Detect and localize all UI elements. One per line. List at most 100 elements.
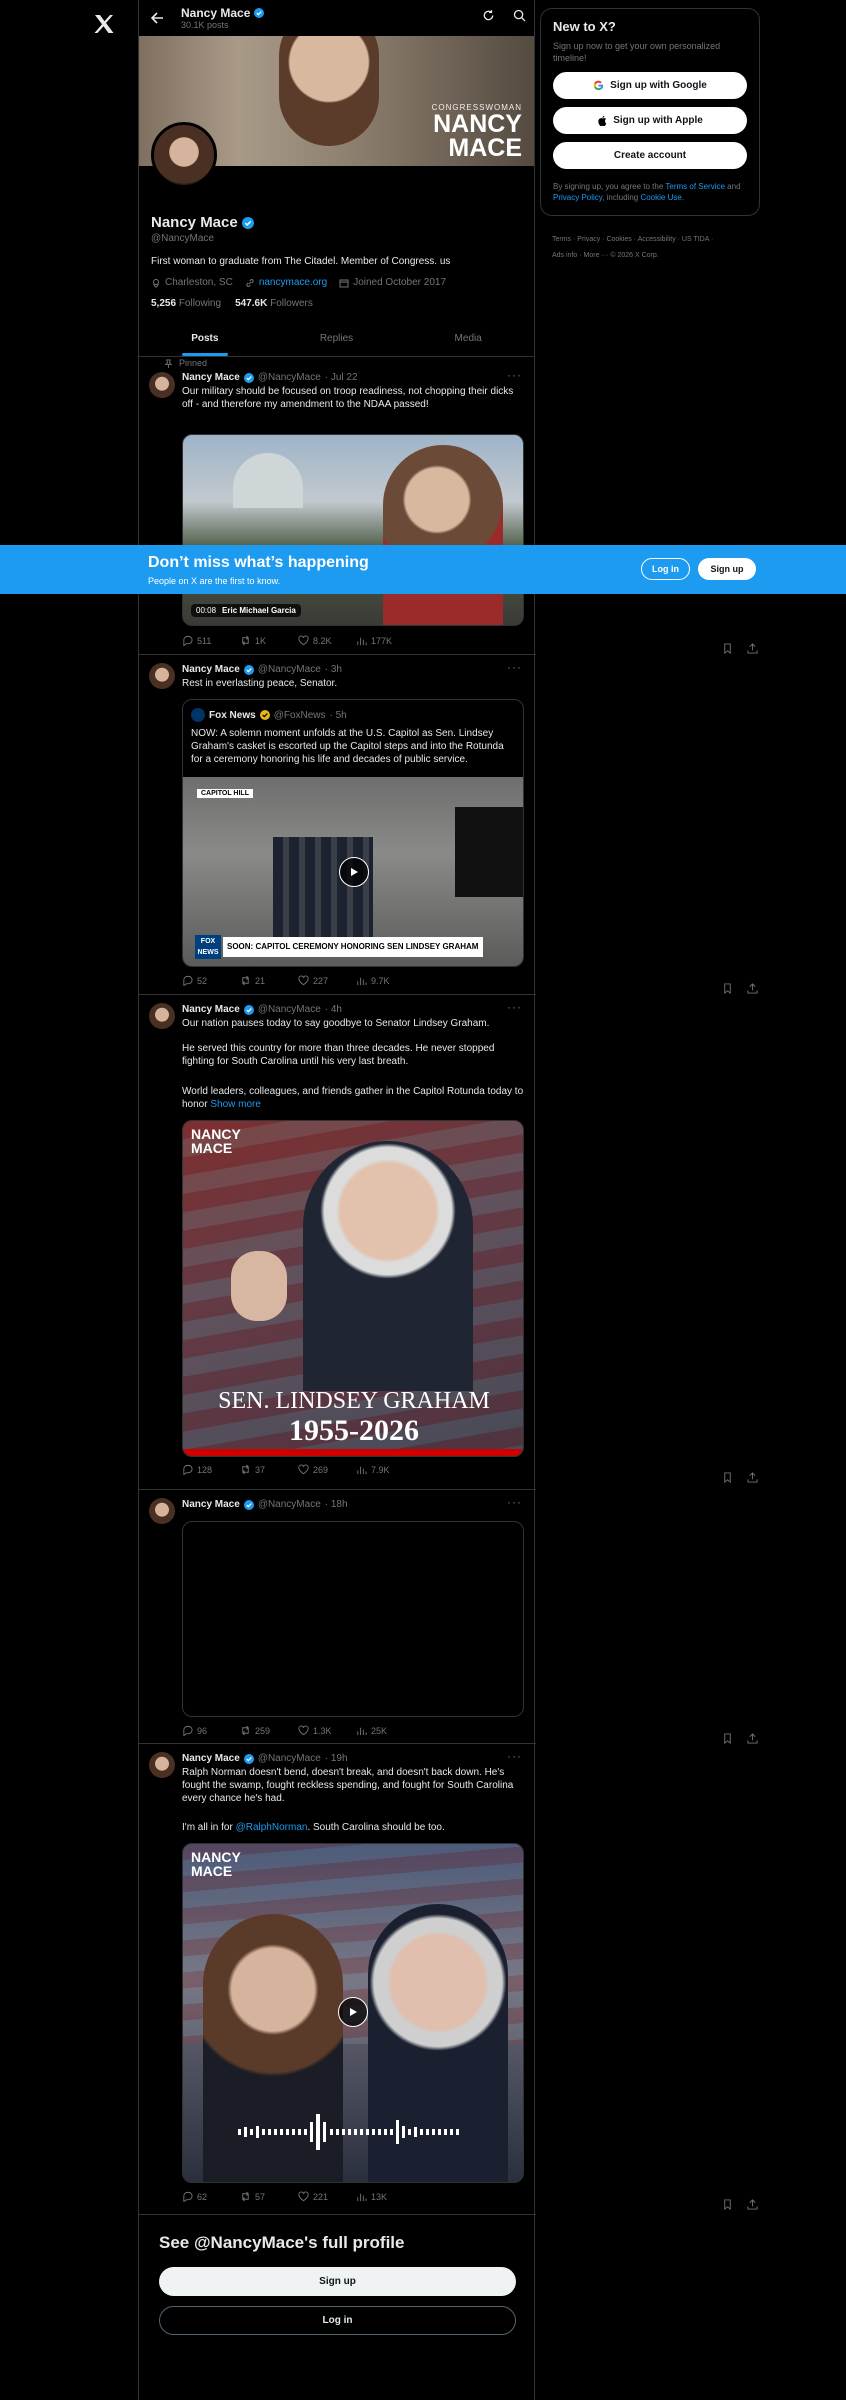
repost-button[interactable]: 57 <box>240 2191 298 2202</box>
video-credit[interactable]: Eric Michael Garcia <box>222 606 296 615</box>
post-avatar[interactable] <box>149 1752 175 1778</box>
profile-location-text: Charleston, SC <box>165 277 233 288</box>
views-button[interactable]: 13K <box>356 2191 414 2202</box>
mention-link[interactable]: @RalphNorman <box>236 1822 308 1833</box>
like-button[interactable]: 221 <box>298 2191 356 2202</box>
search-icon[interactable] <box>513 9 526 22</box>
reply-button[interactable]: 62 <box>182 2191 240 2202</box>
post-item[interactable]: Nancy Mace @NancyMace · 19h ··· Ralph No… <box>139 1744 758 2215</box>
see-profile-login-button[interactable]: Log in <box>159 2306 516 2335</box>
repost-button[interactable]: 259 <box>240 1725 298 1736</box>
tab-media[interactable]: Media <box>402 321 534 356</box>
bookmark-icon[interactable] <box>722 1733 733 1744</box>
more-options-icon[interactable]: ··· <box>507 1495 522 1509</box>
share-icon[interactable] <box>747 983 758 994</box>
post-time[interactable]: · 18h <box>325 1499 348 1510</box>
privacy-policy-link[interactable]: Privacy Policy <box>553 193 602 202</box>
play-icon[interactable] <box>338 1997 368 2027</box>
share-icon[interactable] <box>747 1472 758 1483</box>
app-root: Nancy Mace 30.1K posts CONGRESSWOMAN NAN… <box>0 0 846 2400</box>
like-button[interactable]: 227 <box>298 975 356 986</box>
post-author-handle[interactable]: @NancyMace <box>258 372 321 383</box>
play-icon[interactable] <box>339 857 369 887</box>
reply-button[interactable]: 96 <box>182 1725 240 1736</box>
more-options-icon[interactable]: ··· <box>507 368 522 382</box>
post-author-name[interactable]: Nancy Mace <box>182 1004 240 1015</box>
profile-website-link[interactable]: nancymace.org <box>259 277 327 288</box>
post-item[interactable]: Nancy Mace @NancyMace · 3h ··· Rest in e… <box>139 655 758 995</box>
bookmark-icon[interactable] <box>722 643 733 654</box>
post-image[interactable]: NANCY MACE SEN. LINDSEY GRAHAM 1955-2026 <box>182 1120 524 1457</box>
post-media-placeholder[interactable] <box>182 1521 524 1717</box>
profile-website[interactable]: nancymace.org <box>245 277 327 288</box>
post-avatar[interactable] <box>149 372 175 398</box>
footer-links-line2[interactable]: Ads info · More ··· © 2026 X Corp. <box>552 248 748 264</box>
post-item[interactable]: Nancy Mace @NancyMace · 4h ··· Our natio… <box>139 995 758 1490</box>
google-signup-button[interactable]: Sign up with Google <box>553 72 747 99</box>
followers-stat[interactable]: 547.6K Followers <box>235 298 313 309</box>
share-icon[interactable] <box>747 643 758 654</box>
create-account-button[interactable]: Create account <box>553 142 747 169</box>
cookie-use-link[interactable]: Cookie Use <box>640 193 681 202</box>
post-avatar[interactable] <box>149 663 175 689</box>
post-author-handle[interactable]: @NancyMace <box>258 1499 321 1510</box>
like-button[interactable]: 269 <box>298 1464 356 1475</box>
like-button[interactable]: 8.2K <box>298 635 356 646</box>
post-header: Nancy Mace @NancyMace · 18h <box>182 1499 348 1510</box>
post-author-name[interactable]: Nancy Mace <box>182 1499 240 1510</box>
share-icon[interactable] <box>747 2199 758 2210</box>
show-more-link[interactable]: Show more <box>210 1099 261 1110</box>
apple-signup-button[interactable]: Sign up with Apple <box>553 107 747 134</box>
views-button[interactable]: 25K <box>356 1725 414 1736</box>
new-to-x-title: New to X? <box>553 19 616 34</box>
see-profile-signup-button[interactable]: Sign up <box>159 2267 516 2296</box>
repost-button[interactable]: 1K <box>240 635 298 646</box>
post-author-name[interactable]: Nancy Mace <box>182 1753 240 1764</box>
terms-of-service-link[interactable]: Terms of Service <box>665 182 725 191</box>
post-author-handle[interactable]: @NancyMace <box>258 664 321 675</box>
more-options-icon[interactable]: ··· <box>507 1000 522 1014</box>
quoted-video[interactable]: CAPITOL HILL FOX NEWS SOON: CAPITOL CERE… <box>183 777 523 966</box>
post-author-handle[interactable]: @NancyMace <box>258 1004 321 1015</box>
post-video[interactable]: 00:08 Eric Michael Garcia <box>182 434 524 626</box>
back-arrow-icon[interactable] <box>147 8 167 28</box>
post-author-handle[interactable]: @NancyMace <box>258 1753 321 1764</box>
following-stat[interactable]: 5,256 Following <box>151 298 221 309</box>
post-avatar[interactable] <box>149 1003 175 1029</box>
more-options-icon[interactable]: ··· <box>507 1749 522 1763</box>
reply-button[interactable]: 128 <box>182 1464 240 1475</box>
bar-signup-button[interactable]: Sign up <box>698 558 756 580</box>
share-icon[interactable] <box>747 1733 758 1744</box>
calendar-icon <box>339 279 349 287</box>
repost-button[interactable]: 21 <box>240 975 298 986</box>
bar-login-button[interactable]: Log in <box>641 558 690 580</box>
footer-links-line1[interactable]: Terms · Privacy · Cookies · Accessibilit… <box>552 232 748 248</box>
tab-replies[interactable]: Replies <box>271 321 403 356</box>
reply-button[interactable]: 511 <box>182 635 240 646</box>
x-logo-icon[interactable] <box>92 12 116 36</box>
views-button[interactable]: 9.7K <box>356 975 414 986</box>
views-button[interactable]: 7.9K <box>356 1464 414 1475</box>
post-time[interactable]: · Jul 22 <box>325 372 358 383</box>
post-time[interactable]: · 3h <box>325 664 342 675</box>
tab-posts[interactable]: Posts <box>139 321 271 356</box>
bookmark-icon[interactable] <box>722 2199 733 2210</box>
post-video[interactable]: NANCY MACE <box>182 1843 524 2183</box>
post-pinned[interactable]: Pinned Nancy Mace @NancyMace · Jul 22 ··… <box>139 352 758 655</box>
quoted-post[interactable]: Fox News @FoxNews · 5h NOW: A solemn mom… <box>182 699 524 967</box>
bookmark-icon[interactable] <box>722 1472 733 1483</box>
post-avatar[interactable] <box>149 1498 175 1524</box>
post-item[interactable]: Nancy Mace @NancyMace · 18h ··· 96 259 1… <box>139 1490 758 1744</box>
post-author-name[interactable]: Nancy Mace <box>182 372 240 383</box>
more-options-icon[interactable]: ··· <box>507 660 522 674</box>
bookmark-icon[interactable] <box>722 983 733 994</box>
refresh-icon[interactable] <box>482 9 495 22</box>
views-button[interactable]: 177K <box>356 635 414 646</box>
repost-button[interactable]: 37 <box>240 1464 298 1475</box>
like-button[interactable]: 1.3K <box>298 1725 356 1736</box>
post-author-name[interactable]: Nancy Mace <box>182 664 240 675</box>
post-time[interactable]: · 4h <box>325 1004 342 1015</box>
post-time[interactable]: · 19h <box>325 1753 348 1764</box>
reply-icon <box>183 2191 193 2202</box>
reply-button[interactable]: 52 <box>182 975 240 986</box>
